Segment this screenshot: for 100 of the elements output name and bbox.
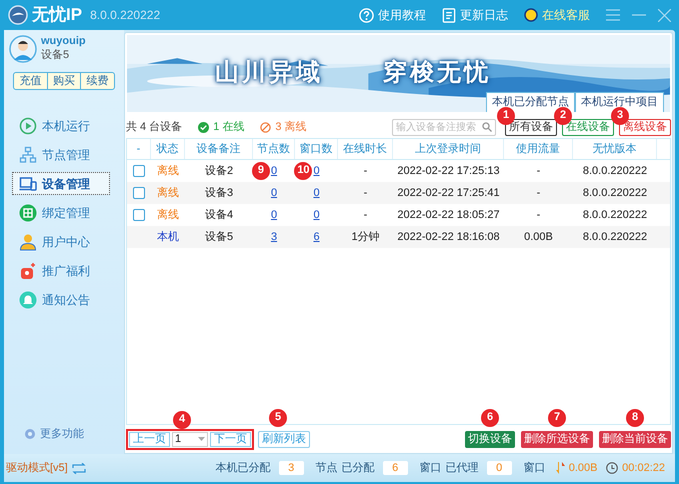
user-name: wuyouip (41, 35, 86, 49)
step-number-badge: 8 (626, 408, 644, 426)
status-text: 离线 (157, 186, 179, 201)
traffic-value: 0.00B (568, 460, 598, 476)
table-cell-text: 2022-02-22 18:16:08 (397, 230, 500, 245)
count-link[interactable]: 6 (313, 228, 320, 246)
search-icon (482, 122, 492, 132)
step-number-badge: 7 (548, 408, 566, 426)
count-link[interactable]: 0 (313, 206, 320, 224)
table-cell-text: 设备4 (204, 208, 234, 223)
sidebar-item[interactable]: 通知公告 (12, 288, 110, 311)
sidebar-item[interactable]: 设备管理 (12, 172, 110, 195)
avatar-icon (9, 35, 37, 63)
sidebar-item[interactable]: 本机运行 (12, 114, 110, 137)
count-link[interactable]: 0 (313, 184, 320, 202)
laptop-phone-icon (19, 174, 37, 192)
step-number-badge: 4 (173, 410, 191, 428)
clock-icon (606, 462, 618, 474)
refresh-button[interactable]: 刷新列表 (258, 430, 310, 448)
count-link[interactable]: 0 (270, 162, 278, 180)
next-page-button[interactable]: 下一页 (210, 432, 251, 446)
step-number-badge: 9 (252, 162, 270, 180)
hierarchy-icon (19, 146, 37, 164)
table-cell-text: - (536, 164, 540, 179)
row-checkbox[interactable] (133, 165, 145, 177)
filter-button[interactable]: 离线设备 (619, 118, 671, 136)
logo-icon (8, 5, 28, 25)
service-link[interactable]: 在线客服 (524, 6, 590, 24)
status-label: 已代理 (446, 460, 479, 476)
header-link[interactable]: 使用教程 (359, 6, 426, 24)
column-header: - (127, 139, 151, 159)
table-cell-text: - (364, 164, 368, 179)
table-cell-text: 2022-02-22 17:25:13 (397, 164, 500, 179)
count-link[interactable]: 0 (313, 162, 320, 180)
bell-icon (19, 290, 37, 308)
sidebar-item[interactable]: 用户中心 (12, 230, 110, 253)
switch-icon[interactable] (72, 462, 86, 474)
close-icon[interactable] (658, 8, 671, 22)
table-cell-text: - (536, 208, 540, 223)
table-cell-text: 2022-02-22 18:05:27 (397, 208, 500, 223)
previous-page-button[interactable]: 上一页 (129, 432, 170, 446)
column-header: 状态 (151, 139, 185, 159)
step-number-badge: 6 (481, 408, 499, 426)
count-link[interactable]: 0 (270, 184, 278, 202)
banner-slogan: 穿梭无忧 (383, 58, 491, 88)
count-value: 3 (278, 461, 304, 475)
filter-button[interactable]: 在线设备 (562, 118, 614, 136)
count-value: 0 (486, 461, 512, 475)
header-link[interactable]: 更新日志 (442, 6, 508, 24)
column-header: 无忧版本 (573, 139, 657, 159)
account-button[interactable]: 续费 (80, 73, 114, 89)
table-cell-text: - (364, 186, 368, 201)
offline-count: 3 离线 (275, 120, 307, 135)
timer-value: 00:02:22 (622, 460, 665, 476)
document-icon (442, 8, 456, 22)
count-link[interactable]: 3 (270, 228, 278, 246)
column-header: 上次登录时间 (393, 139, 504, 159)
status-text: 本机 (157, 230, 179, 245)
status-text: 离线 (157, 208, 179, 223)
account-button[interactable]: 购买 (46, 73, 80, 89)
column-header: 窗口数 (295, 139, 338, 159)
page-select[interactable]: 1 (172, 432, 208, 446)
table-cell-text: 设备3 (204, 186, 234, 201)
ban-icon (260, 122, 272, 132)
menu-icon[interactable] (606, 9, 620, 21)
table-cell-text: - (536, 186, 540, 201)
account-button[interactable]: 充值 (14, 73, 47, 89)
table-cell-text: 设备5 (204, 230, 234, 245)
status-label: 已分配 (342, 460, 375, 476)
window-title: 无忧IP (32, 4, 82, 26)
row-checkbox[interactable] (133, 187, 145, 199)
status-label: 本机已分配 (216, 460, 271, 476)
action-button[interactable]: 删除所选设备 (521, 430, 593, 448)
sidebar-item[interactable]: 推广福利 (12, 259, 110, 282)
table-cell-text: 8.0.0.220222 (582, 164, 648, 179)
sidebar-item[interactable]: 节点管理 (12, 143, 110, 166)
column-header: 在线时长 (338, 139, 393, 159)
caret-icon (198, 437, 205, 441)
version-text: 8.0.0.220222 (90, 7, 160, 24)
more-link[interactable]: 更多功能 (4, 426, 124, 442)
count-value: 6 (382, 461, 408, 475)
filter-button[interactable]: 所有设备 (505, 118, 557, 136)
sidebar-item[interactable]: 绑定管理 (12, 201, 110, 224)
column-header: 节点数 (253, 139, 295, 159)
table-cell-text: - (364, 208, 368, 223)
check-circle-icon (198, 122, 210, 132)
step-number-badge: 10 (294, 162, 312, 180)
count-link[interactable]: 0 (270, 206, 278, 224)
action-button[interactable]: 切换设备 (465, 430, 515, 448)
banner-slogan: 山川异域 (215, 58, 323, 88)
step-number-badge: 5 (269, 408, 287, 426)
table-cell-text: 8.0.0.220222 (582, 186, 648, 201)
table-cell-text: 2022-02-22 17:25:41 (397, 186, 500, 201)
status-label: 窗口 (420, 460, 442, 476)
status-label: 窗口 (524, 460, 546, 476)
table-cell-text: 0.00B (524, 230, 553, 245)
search-field[interactable]: 输入设备备注搜索 (392, 118, 496, 136)
row-checkbox[interactable] (133, 209, 145, 221)
device-count: 共 4 台设备 (126, 120, 182, 135)
action-button[interactable]: 删除当前设备 (599, 430, 671, 448)
